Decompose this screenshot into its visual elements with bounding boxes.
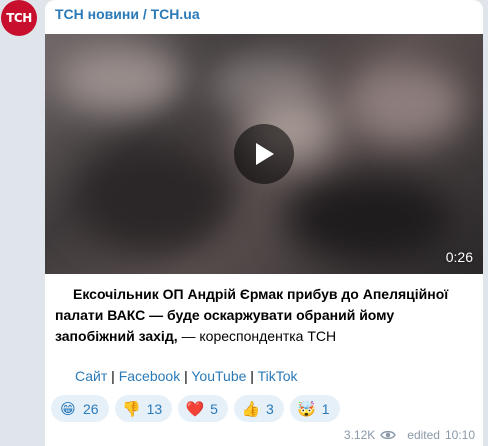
video-thumbnail-shape — [55, 44, 185, 114]
channel-name[interactable]: ТСН новини / TCH.ua — [55, 6, 200, 22]
reaction-count: 1 — [321, 400, 330, 417]
eye-icon — [380, 430, 397, 440]
reaction-exploding-head[interactable]: 🤯 1 — [289, 395, 340, 422]
grinning-face-icon: 😁 — [60, 399, 76, 418]
play-button[interactable] — [234, 124, 294, 184]
link-separator: | — [107, 368, 119, 384]
video-player[interactable]: 0:26 — [45, 34, 483, 274]
video-thumbnail-shape — [345, 64, 465, 144]
reaction-heart[interactable]: ❤️ 5 — [178, 395, 228, 422]
edited-label: edited — [407, 428, 440, 442]
message-time: 10:10 — [444, 428, 475, 442]
thumbs-down-icon: 👎 — [122, 399, 141, 418]
message-meta: 3.12K edited 10:10 — [344, 428, 475, 442]
link-tiktok[interactable]: TikTok — [258, 368, 298, 384]
play-icon — [256, 143, 274, 165]
reaction-thumbs-down[interactable]: 👎 13 — [114, 395, 173, 422]
reaction-grinning[interactable]: 😁 26 — [51, 395, 109, 422]
views-count: 3.12K — [343, 428, 376, 442]
reaction-count: 26 — [83, 400, 99, 417]
links-row: Сайт | Facebook | YouTube | TikTok — [75, 368, 298, 384]
channel-avatar[interactable]: ТСН — [1, 0, 37, 36]
message-text: Ексочільник ОП Андрій Єрмак прибув до Ап… — [55, 284, 475, 347]
reaction-thumbs-up[interactable]: 👍 3 — [233, 395, 284, 422]
video-thumbnail-shape — [75, 144, 235, 254]
reaction-count: 5 — [210, 400, 218, 417]
red-heart-icon: ❤️ — [185, 399, 205, 418]
video-thumbnail-shape — [285, 174, 455, 264]
link-separator: | — [180, 368, 192, 384]
message-plain-text: — кореспондентка ТСН — [177, 328, 337, 344]
reactions-bar: 😁 26 👎 13 ❤️ 5 👍 3 🤯 1 — [51, 395, 340, 422]
thumbs-up-icon: 👍 — [241, 399, 261, 418]
exploding-head-icon: 🤯 — [297, 399, 317, 418]
message-bubble: ТСН новини / TCH.ua 0:26 Ексочільник ОП … — [45, 0, 483, 446]
link-site[interactable]: Сайт — [75, 368, 107, 384]
link-facebook[interactable]: Facebook — [119, 368, 180, 384]
reaction-count: 3 — [265, 400, 274, 417]
video-duration: 0:26 — [445, 249, 473, 265]
link-youtube[interactable]: YouTube — [191, 368, 246, 384]
reaction-count: 13 — [146, 400, 163, 417]
link-separator: | — [246, 368, 258, 384]
